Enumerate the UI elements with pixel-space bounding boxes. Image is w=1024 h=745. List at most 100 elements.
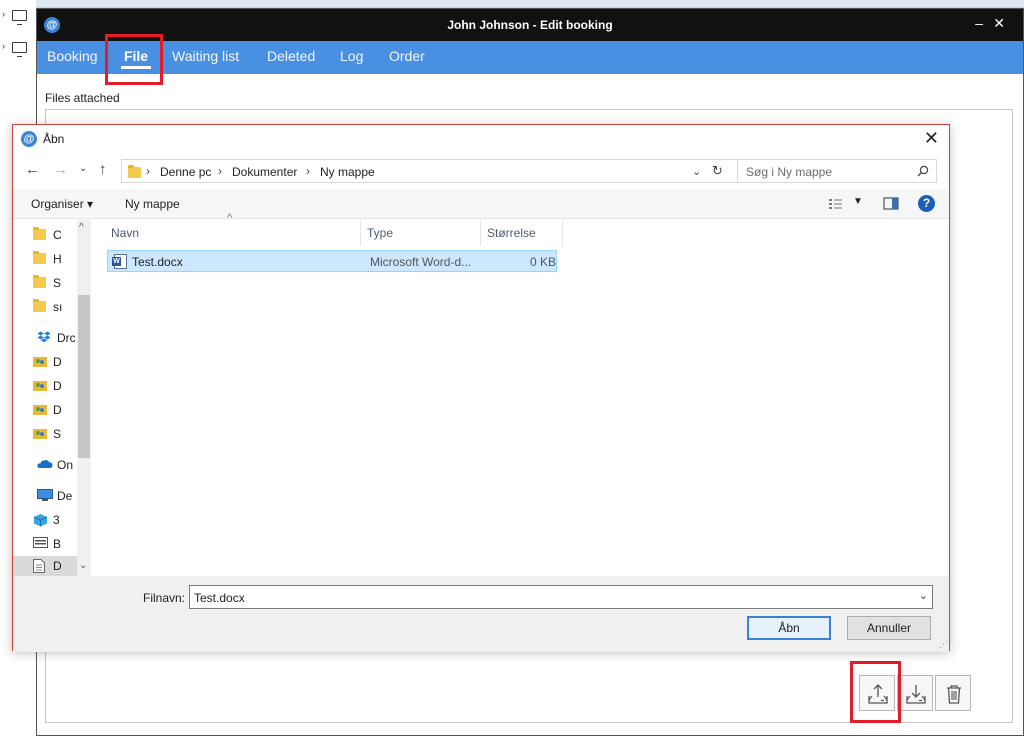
filename-dropdown-icon[interactable]: ⌄ [919, 589, 928, 602]
tree-expand-icon[interactable]: › [2, 9, 5, 19]
nav-item[interactable]: C [33, 225, 77, 245]
view-dropdown-icon[interactable]: ▼ [853, 196, 863, 207]
nav-item[interactable]: D [33, 376, 77, 396]
recent-locations-icon[interactable]: ⌄ [79, 163, 87, 174]
up-arrow-icon[interactable]: ↑ [99, 161, 107, 178]
dialog-close-icon[interactable]: ✕ [924, 128, 939, 149]
tab-log[interactable]: Log [340, 41, 363, 74]
search-box[interactable] [737, 159, 937, 183]
upload-button-highlight [850, 661, 901, 723]
dialog-footer: Filnavn: ⌄ Åbn Annuller ⋰ [13, 576, 949, 652]
file-list: ^ Navn Type Størrelse Test.docx Microsof… [107, 212, 949, 576]
nav-item[interactable]: B [33, 534, 77, 554]
dialog-title-bar: @ Åbn ✕ [13, 125, 949, 153]
view-options-icon[interactable] [828, 198, 844, 210]
scroll-thumb[interactable] [78, 295, 90, 458]
tab-booking[interactable]: Booking [47, 41, 98, 74]
cancel-button[interactable]: Annuller [847, 616, 931, 640]
breadcrumb-denne-pc[interactable]: Denne pc [160, 165, 211, 179]
column-header-name[interactable]: Navn [107, 220, 361, 246]
computer-icon [37, 489, 53, 501]
forward-arrow-icon[interactable]: → [53, 161, 68, 178]
tab-deleted[interactable]: Deleted [267, 41, 315, 74]
3d-objects-icon [33, 514, 48, 527]
monitor-icon [12, 42, 27, 57]
nav-item[interactable]: D [33, 400, 77, 420]
address-bar[interactable]: › Denne pc › Dokumenter › Ny mappe ⌄ ↻ [121, 159, 741, 183]
scroll-down-icon[interactable]: ⌄ [79, 560, 87, 571]
help-icon[interactable]: ? [918, 195, 935, 212]
nav-item[interactable]: S [33, 424, 77, 444]
desktop-icon [33, 537, 48, 548]
screen: › › @ John Johnson - Edit booking – ✕ Bo… [0, 0, 1024, 745]
nav-scrollbar[interactable]: ^ ⌄ [77, 220, 91, 576]
nav-item-dropbox[interactable]: Drc [19, 328, 77, 348]
folder-icon [33, 251, 46, 264]
word-document-icon [112, 254, 127, 269]
close-icon[interactable]: ✕ [993, 15, 1005, 32]
minimize-icon[interactable]: – [975, 15, 983, 31]
preview-pane-icon[interactable] [883, 197, 899, 210]
file-name: Test.docx [132, 255, 183, 269]
filename-field[interactable]: ⌄ [189, 585, 933, 609]
dialog-title: Åbn [43, 132, 65, 146]
dialog-toolbar: Organiser ▾ Ny mappe ▼ ? [13, 189, 949, 219]
file-row[interactable]: Test.docx Microsoft Word-d... 0 KB [107, 250, 557, 272]
files-attached-label: Files attached [45, 91, 120, 105]
nav-item-documents-selected[interactable]: D [13, 556, 77, 576]
column-header-size[interactable]: Størrelse [483, 220, 563, 246]
app-logo-icon: @ [21, 131, 37, 147]
refresh-icon[interactable]: ↻ [712, 163, 723, 179]
folder-icon [128, 165, 141, 178]
file-tab-highlight [105, 34, 163, 85]
shared-folder-icon [33, 405, 47, 415]
tab-order[interactable]: Order [389, 41, 425, 74]
resize-grip-icon[interactable]: ⋰ [939, 639, 948, 650]
breadcrumb-separator-icon[interactable]: › [306, 164, 310, 178]
nav-item[interactable]: 3 [33, 510, 77, 530]
scroll-up-icon[interactable]: ^ [79, 222, 84, 233]
documents-icon [33, 559, 45, 573]
breadcrumb-separator-icon[interactable]: › [218, 164, 222, 178]
address-row: ← → ⌄ ↑ › Denne pc › Dokumenter › Ny map… [13, 157, 949, 185]
desktop-strip [0, 0, 1024, 8]
title-bar: @ John Johnson - Edit booking – ✕ [37, 9, 1023, 41]
nav-item[interactable]: sı [33, 297, 77, 317]
breadcrumb-dokumenter[interactable]: Dokumenter [232, 165, 297, 179]
nav-item-onedrive[interactable]: On [19, 455, 77, 475]
folder-icon [33, 227, 46, 240]
search-icon[interactable] [917, 165, 929, 177]
nav-item[interactable]: S [33, 273, 77, 293]
column-header-type[interactable]: Type [363, 220, 481, 246]
nav-item[interactable]: H [33, 249, 77, 269]
file-type: Microsoft Word-d... [370, 255, 472, 269]
menu-bar: Booking File Waiting list Deleted Log Or… [37, 41, 1023, 74]
back-arrow-icon[interactable]: ← [25, 161, 40, 178]
filename-label: Filnavn: [143, 591, 186, 605]
nav-item[interactable]: D [33, 352, 77, 372]
file-size: 0 KB [530, 255, 557, 269]
open-button[interactable]: Åbn [747, 616, 831, 640]
tree-item-computer-1[interactable]: › [2, 8, 34, 26]
dropbox-icon [37, 331, 51, 343]
delete-button[interactable] [935, 675, 971, 711]
shared-folder-icon [33, 357, 47, 367]
shared-folder-icon [33, 381, 47, 391]
breadcrumb-ny-mappe[interactable]: Ny mappe [320, 165, 375, 179]
shared-folder-icon [33, 429, 47, 439]
breadcrumb-separator-icon[interactable]: › [146, 164, 150, 178]
tree-expand-icon[interactable]: › [2, 41, 5, 51]
open-file-dialog: @ Åbn ✕ ← → ⌄ ↑ › Denne pc › Dokumenter … [12, 124, 950, 652]
address-dropdown-icon[interactable]: ⌄ [692, 165, 701, 178]
filename-input[interactable] [194, 590, 894, 605]
download-button[interactable] [897, 675, 933, 711]
new-folder-button[interactable]: Ny mappe [125, 197, 180, 211]
download-icon [906, 685, 926, 704]
folder-icon [33, 275, 46, 288]
organize-menu[interactable]: Organiser ▾ [31, 197, 93, 211]
search-input[interactable] [746, 164, 906, 179]
tree-item-computer-2[interactable]: › [2, 40, 34, 58]
onedrive-icon [37, 460, 53, 468]
tab-waiting-list[interactable]: Waiting list [172, 41, 239, 74]
nav-item-this-pc[interactable]: De [19, 486, 77, 506]
